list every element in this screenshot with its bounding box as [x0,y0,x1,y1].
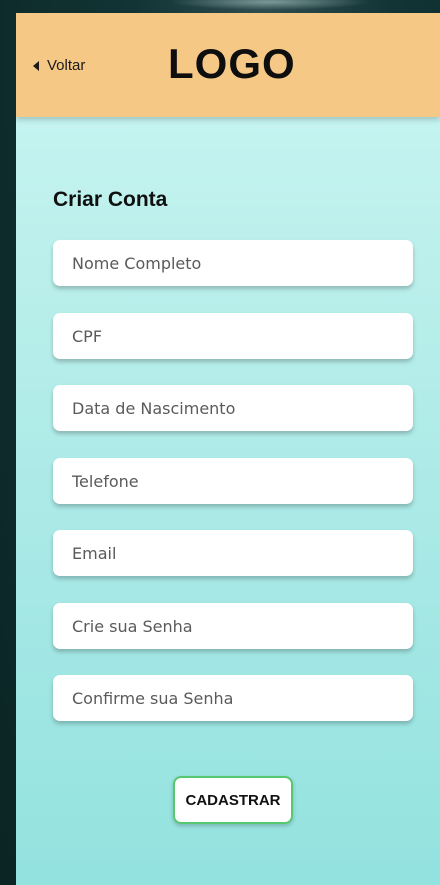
password-input[interactable] [53,603,413,649]
cpf-input[interactable] [53,313,413,359]
confirm-password-input[interactable] [53,675,413,721]
logo: LOGO [168,40,296,87]
device-background: Voltar LOGO Criar Conta CADASTRAR [0,0,440,885]
email-field-wrapper [53,530,413,576]
cpf-field-wrapper [53,313,413,359]
chevron-left-icon [33,60,39,71]
app-screen: Voltar LOGO Criar Conta CADASTRAR [16,13,440,885]
phone-input[interactable] [53,458,413,504]
back-button[interactable]: Voltar [33,57,85,74]
phone-field-wrapper [53,458,413,504]
back-button-label: Voltar [47,57,86,74]
register-button[interactable]: CADASTRAR [173,776,293,824]
full-name-input[interactable] [53,240,413,286]
app-header: Voltar LOGO [16,13,440,117]
password-field-wrapper [53,603,413,649]
device-notch-glow [170,0,370,10]
form-title: Criar Conta [53,188,168,211]
confirm-password-field-wrapper [53,675,413,721]
birth-date-input[interactable] [53,385,413,431]
full-name-field-wrapper [53,240,413,286]
birth-date-field-wrapper [53,385,413,431]
email-input[interactable] [53,530,413,576]
